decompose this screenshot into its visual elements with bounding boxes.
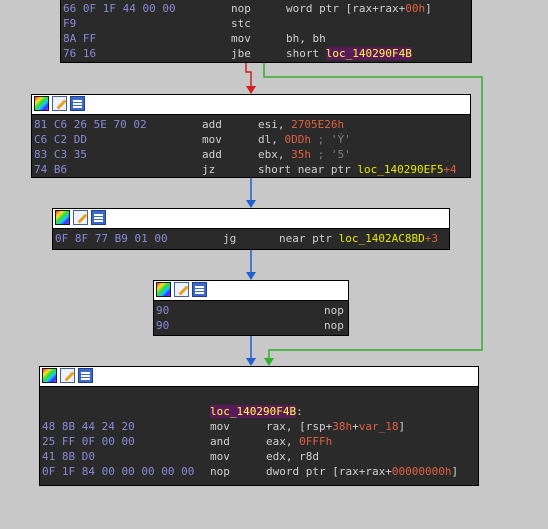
code-block-3[interactable]: 0F 8F 77 B9 01 00 jg near ptr loc_1402AC… — [52, 208, 450, 250]
asm-line: 90 nop — [156, 319, 344, 332]
code-block-2[interactable]: 81 C6 26 5E 70 02 add esi, 2705E26h C6 C… — [31, 94, 471, 178]
asm-line: 76 16 jbe short loc_140290F4B — [63, 47, 412, 60]
block-label-line: loc_140290F4B: — [210, 405, 303, 418]
graph-view-icon[interactable] — [91, 210, 106, 225]
asm-line: 81 C6 26 5E 70 02 add esi, 2705E26h — [34, 118, 345, 131]
asm-line: C6 C2 DD mov dl, 0DDh ; 'Ý' — [34, 133, 351, 146]
asm-line: 0F 8F 77 B9 01 00 jg near ptr loc_1402AC… — [55, 232, 438, 245]
asm-line: 48 8B 44 24 20 mov rax, [rsp+38h+var_18] — [42, 420, 406, 433]
color-palette-icon[interactable] — [156, 282, 171, 297]
code-block-5[interactable]: loc_140290F4B: 48 8B 44 24 20 mov rax, [… — [39, 366, 479, 486]
edit-pencil-icon[interactable] — [174, 282, 189, 297]
asm-line: 41 8B D0 mov edx, r8d — [42, 450, 319, 463]
asm-line: F9 stc — [63, 17, 251, 30]
asm-line: 74 B6 jz short near ptr loc_140290EF5+4 — [34, 163, 457, 176]
edit-pencil-icon[interactable] — [52, 96, 67, 111]
jump-target-label[interactable]: loc_140290F4B — [325, 47, 412, 60]
asm-line: 66 0F 1F 44 00 00 nop word ptr [rax+rax+… — [63, 2, 432, 15]
edge-false — [245, 62, 252, 86]
code-block-top[interactable]: 66 0F 1F 44 00 00 nop word ptr [rax+rax+… — [60, 0, 472, 63]
asm-line: 90 nop — [156, 304, 344, 317]
block-header — [154, 281, 348, 301]
graph-view-icon[interactable] — [192, 282, 207, 297]
code-block-4[interactable]: 90 nop 90 nop — [153, 280, 349, 336]
asm-line: 8A FF mov bh, bh — [63, 32, 326, 45]
color-palette-icon[interactable] — [42, 368, 57, 383]
graph-view-icon[interactable] — [70, 96, 85, 111]
asm-line: 83 C3 35 add ebx, 35h ; '5' — [34, 148, 351, 161]
block-header — [53, 209, 449, 229]
edit-pencil-icon[interactable] — [60, 368, 75, 383]
graph-view-icon[interactable] — [78, 368, 93, 383]
edge-false-arrow — [246, 86, 256, 94]
color-palette-icon[interactable] — [55, 210, 70, 225]
location-label[interactable]: loc_140290F4B — [210, 405, 297, 418]
block-header — [40, 367, 478, 387]
edge-true-arrow — [264, 358, 274, 366]
jump-target-label[interactable]: loc_1402AC8BD — [339, 232, 425, 245]
asm-line: 25 FF 0F 00 00 and eax, 0FFFh — [42, 435, 333, 448]
edit-pencil-icon[interactable] — [73, 210, 88, 225]
block-header — [32, 95, 470, 115]
asm-line: 0F 1F 84 00 00 00 00 00 nop dword ptr [r… — [42, 465, 459, 478]
color-palette-icon[interactable] — [34, 96, 49, 111]
jump-target-label[interactable]: loc_140290EF5 — [357, 163, 443, 176]
